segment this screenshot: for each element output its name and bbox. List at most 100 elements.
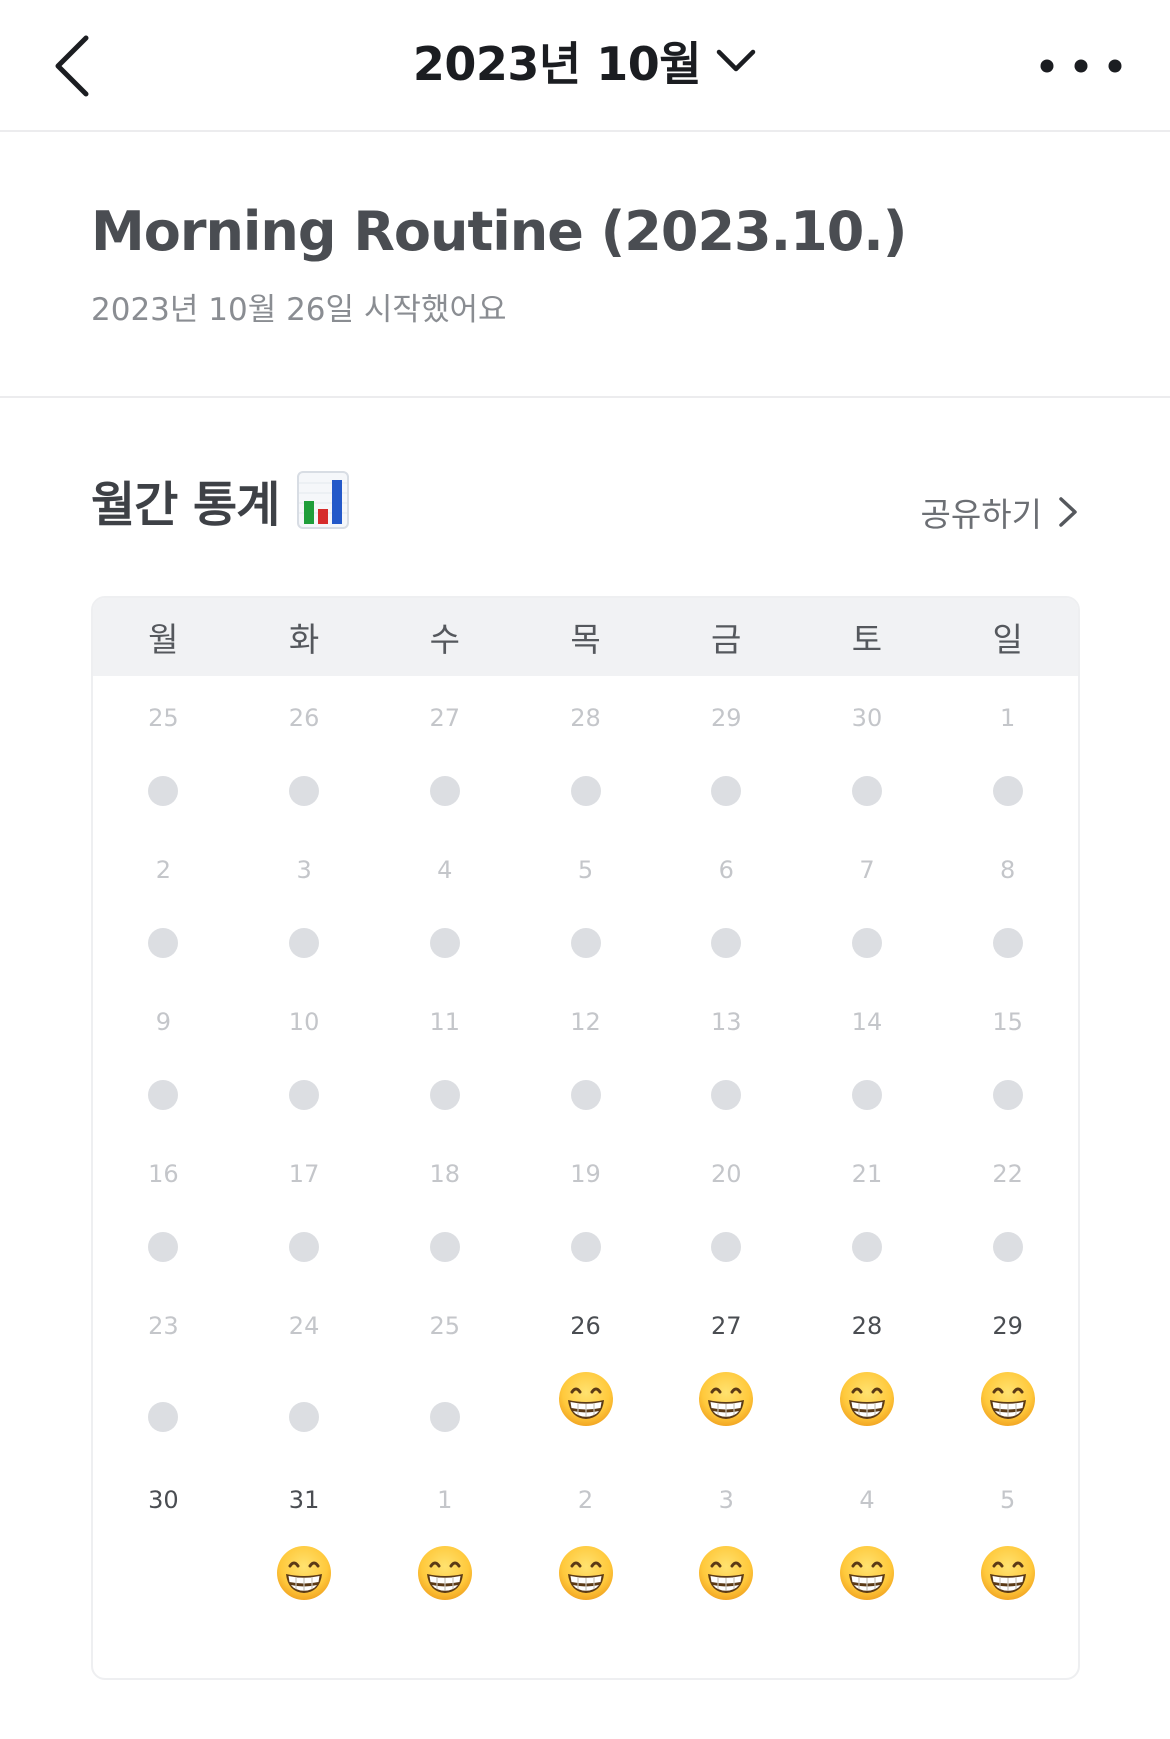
day-number: 1 <box>437 1486 453 1514</box>
gray-dot-icon <box>570 1080 601 1110</box>
calendar-day-cell[interactable]: 4 <box>797 1458 938 1610</box>
calendar-day-cell[interactable]: 30 <box>93 1458 234 1610</box>
gray-dot-icon <box>289 928 320 958</box>
calendar-day-cell[interactable]: 21 <box>797 1132 938 1284</box>
day-number: 12 <box>570 1008 601 1036</box>
calendar-day-cell[interactable]: 27 <box>656 1284 797 1458</box>
day-number: 15 <box>992 1008 1023 1036</box>
calendar-day-cell[interactable]: 5 <box>515 828 656 980</box>
day-number: 21 <box>851 1160 883 1188</box>
calendar-week-row: 25 26 27 28 29 30 1 <box>93 676 1078 828</box>
routine-title: Morning Routine (2023.10.) <box>91 200 907 263</box>
day-number: 2 <box>155 856 171 884</box>
gray-dot-icon <box>289 1080 320 1110</box>
calendar-day-cell[interactable]: 30 <box>797 676 938 828</box>
day-number: 10 <box>288 1008 320 1036</box>
gray-dot-icon <box>711 776 742 806</box>
gray-dot-icon <box>429 1402 460 1432</box>
gray-dot-icon <box>711 1232 742 1262</box>
monthly-stats-heading: 월간 통계 <box>91 465 350 535</box>
gray-dot-icon <box>992 928 1023 958</box>
calendar-day-cell[interactable]: 23 <box>93 1284 234 1458</box>
more-dots-icon <box>1040 59 1122 73</box>
more-options-button[interactable] <box>1036 38 1126 94</box>
calendar-day-cell[interactable]: 25 <box>93 676 234 828</box>
calendar-day-cell[interactable]: 29 <box>656 676 797 828</box>
gray-dot-icon <box>429 1080 460 1110</box>
share-label: 공유하기 <box>920 495 1042 534</box>
calendar-week-row: 30 31 1 2 3 4 5 <box>93 1458 1078 1610</box>
month-selector[interactable]: 2023년 10월 <box>0 28 1170 94</box>
calendar-day-cell[interactable]: 2 <box>93 828 234 980</box>
day-number: 13 <box>710 1008 742 1036</box>
calendar-day-cell[interactable]: 26 <box>234 676 375 828</box>
calendar-day-cell[interactable]: 14 <box>797 980 938 1132</box>
calendar-day-cell[interactable]: 28 <box>797 1284 938 1458</box>
calendar-grid: 25 26 27 28 29 30 1 2 3 4 5 6 7 8 9 10 11 12 13 14 15 16 17 18 1… <box>93 676 1078 1610</box>
day-number: 4 <box>437 856 453 884</box>
gray-dot-icon <box>570 1232 601 1262</box>
calendar-day-cell[interactable]: 9 <box>93 980 234 1132</box>
calendar-day-cell[interactable]: 19 <box>515 1132 656 1284</box>
day-number: 2 <box>577 1486 594 1514</box>
gray-dot-icon <box>148 1232 179 1262</box>
day-number: 7 <box>859 856 875 884</box>
day-number: 8 <box>1000 856 1016 884</box>
calendar-day-cell[interactable]: 2 <box>515 1458 656 1610</box>
calendar-day-cell[interactable]: 27 <box>374 676 515 828</box>
calendar-day-cell[interactable]: 8 <box>937 828 1078 980</box>
gray-dot-icon <box>429 776 460 806</box>
calendar-day-cell[interactable]: 16 <box>93 1132 234 1284</box>
calendar-day-cell[interactable]: 3 <box>234 828 375 980</box>
grinning-face-icon <box>838 1370 896 1428</box>
calendar-day-cell[interactable]: 5 <box>937 1458 1078 1610</box>
calendar-day-cell[interactable]: 1 <box>937 676 1078 828</box>
calendar-day-cell[interactable]: 10 <box>234 980 375 1132</box>
calendar-day-cell[interactable]: 31 <box>234 1458 375 1610</box>
chevron-down-icon <box>716 49 756 72</box>
calendar-day-cell[interactable]: 20 <box>656 1132 797 1284</box>
day-number: 4 <box>859 1486 875 1514</box>
calendar-day-cell[interactable]: 24 <box>234 1284 375 1458</box>
calendar-day-cell[interactable]: 11 <box>374 980 515 1132</box>
grinning-face-icon <box>697 1370 755 1428</box>
routine-start-date: 2023년 10월 26일 시작했어요 <box>91 292 507 328</box>
day-number: 26 <box>570 1312 601 1340</box>
calendar-day-cell[interactable]: 26 <box>515 1284 656 1458</box>
day-number: 27 <box>429 704 461 732</box>
calendar-day-cell[interactable]: 17 <box>234 1132 375 1284</box>
calendar-day-cell[interactable]: 7 <box>797 828 938 980</box>
gray-dot-icon <box>851 928 882 958</box>
day-number: 3 <box>296 856 312 884</box>
calendar-day-cell[interactable]: 3 <box>656 1458 797 1610</box>
day-number: 29 <box>710 704 742 732</box>
calendar-day-cell[interactable]: 22 <box>937 1132 1078 1284</box>
calendar-day-cell[interactable]: 25 <box>374 1284 515 1458</box>
gray-dot-icon <box>992 1232 1023 1262</box>
grinning-face-icon <box>979 1544 1037 1602</box>
calendar-day-cell[interactable]: 28 <box>515 676 656 828</box>
day-number: 28 <box>570 704 601 732</box>
share-button[interactable]: 공유하기 <box>921 488 1078 536</box>
gray-dot-icon <box>148 928 179 958</box>
calendar-day-cell[interactable]: 1 <box>374 1458 515 1610</box>
calendar-day-cell[interactable]: 29 <box>937 1284 1078 1458</box>
calendar-day-cell[interactable]: 15 <box>937 980 1078 1132</box>
calendar-day-cell[interactable]: 13 <box>656 980 797 1132</box>
calendar-day-cell[interactable]: 18 <box>374 1132 515 1284</box>
routine-header: Morning Routine (2023.10.) 2023년 10월 26일… <box>0 132 1170 398</box>
day-number: 5 <box>577 856 594 884</box>
day-number: 25 <box>429 1312 461 1340</box>
day-number: 9 <box>155 1008 171 1036</box>
gray-dot-icon <box>711 1080 742 1110</box>
gray-dot-icon <box>148 1080 179 1110</box>
grinning-face-icon <box>979 1370 1037 1428</box>
weekday-thu: 목 <box>570 620 601 659</box>
calendar-day-cell[interactable]: 12 <box>515 980 656 1132</box>
day-number: 29 <box>992 1312 1023 1340</box>
calendar-day-cell[interactable]: 6 <box>656 828 797 980</box>
calendar-week-row: 2 3 4 5 6 7 8 <box>93 828 1078 980</box>
calendar-day-cell[interactable]: 4 <box>374 828 515 980</box>
day-number: 18 <box>429 1160 461 1188</box>
bar-chart-icon <box>297 471 350 529</box>
